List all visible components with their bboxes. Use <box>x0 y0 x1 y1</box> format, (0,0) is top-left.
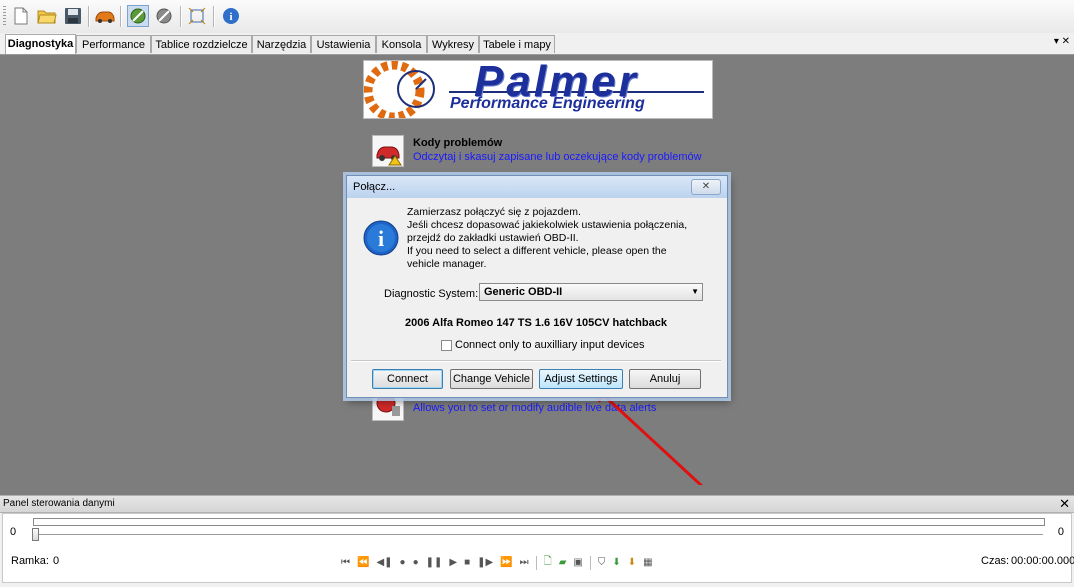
import-icon[interactable]: ⬇ <box>612 557 620 568</box>
slider-min-value: 0 <box>10 526 17 538</box>
vehicle-icon[interactable] <box>94 5 116 27</box>
new-file-icon[interactable] <box>10 5 32 27</box>
svg-text:i: i <box>229 11 232 23</box>
step-back-icon[interactable]: ◀❚ <box>376 557 392 568</box>
step-back-fast-icon[interactable]: ⏪ <box>357 557 369 568</box>
dialog-title-bar[interactable]: Połącz... ✕ <box>347 176 727 198</box>
diagnostic-system-select[interactable]: Generic OBD-II ▼ <box>479 283 703 301</box>
trouble-codes-icon[interactable] <box>372 135 404 167</box>
new-log-icon[interactable]: 🗋 <box>544 554 552 571</box>
dialog-title: Połącz... <box>353 181 396 193</box>
panel-close-button[interactable]: ✕ <box>1059 496 1070 512</box>
panel-body: 0 0 Ramka: 0 Czas: 00:00:00.000 ⏮ ⏪ ◀❚ ●… <box>2 513 1074 583</box>
palmer-logo: Palmer Performance Engineering <box>363 60 713 119</box>
main-toolbar: i <box>0 0 1074 34</box>
pause-icon[interactable]: ❚❚ <box>426 557 443 568</box>
fast-forward-icon[interactable]: ⏩ <box>500 557 512 568</box>
vehicle-name: 2006 Alfa Romeo 147 TS 1.6 16V 105CV hat… <box>405 317 667 329</box>
panel-header: Panel sterowania danymi ✕ <box>0 495 1074 513</box>
save-icon[interactable] <box>62 5 84 27</box>
connect-dialog: Połącz... ✕ i Zamierzasz połączyć się z … <box>346 175 728 398</box>
disconnect-icon[interactable] <box>153 5 175 27</box>
feature-link-trouble-codes[interactable]: Odczytaj i skasuj zapisane lub oczekując… <box>413 151 702 163</box>
message-polish: Zamierzasz połączyć się z pojazdem. Jeśl… <box>407 206 688 244</box>
connect-button[interactable]: Connect <box>372 369 443 389</box>
connect-icon[interactable] <box>127 5 149 27</box>
cancel-button[interactable]: Anuluj <box>629 369 701 389</box>
toolbar-grip[interactable] <box>3 6 6 26</box>
frame-value: 0 <box>53 555 60 567</box>
aux-only-label[interactable]: Connect only to auxilliary input devices <box>455 339 645 351</box>
time-value: 00:00:00.000 <box>1011 555 1074 567</box>
export-icon[interactable]: ⬇ <box>628 557 636 568</box>
panel-title: Panel sterowania danymi <box>3 498 115 509</box>
dialog-close-button[interactable]: ✕ <box>691 179 721 195</box>
feature-title-trouble-codes: Kody problemów <box>413 137 503 149</box>
info-icon: i <box>363 220 399 259</box>
stop-icon[interactable]: ■ <box>464 557 470 568</box>
message-english: If you need to select a different vehicl… <box>407 245 667 270</box>
chevron-down-icon: ▼ <box>691 287 699 296</box>
open-log-icon[interactable]: ▰ <box>559 557 567 568</box>
tab-narzedzia[interactable]: Narzędzia <box>252 35 311 53</box>
dialog-body: i Zamierzasz połączyć się z pojazdem. Je… <box>351 198 721 392</box>
tab-konsola[interactable]: Konsola <box>376 35 427 53</box>
dialog-divider <box>351 360 721 362</box>
position-slider-thumb[interactable] <box>32 528 39 541</box>
tab-diagnostyka[interactable]: Diagnostyka <box>5 34 76 54</box>
position-slider-rail[interactable] <box>33 534 1043 535</box>
fit-window-icon[interactable] <box>186 5 208 27</box>
tab-tabele-i-mapy[interactable]: Tabele i mapy <box>479 35 555 53</box>
tab-ustawienia[interactable]: Ustawienia <box>311 35 376 53</box>
data-control-panel: Panel sterowania danymi ✕ 0 0 Ramka: 0 C… <box>0 495 1074 587</box>
record-small-icon[interactable]: ● <box>400 557 406 568</box>
filter-icon[interactable]: ⛉ <box>598 557 606 568</box>
tab-wykresy[interactable]: Wykresy <box>427 35 479 53</box>
playback-track[interactable] <box>33 518 1045 526</box>
diagnostic-system-label: Diagnostic System: <box>384 288 479 300</box>
save-log-icon[interactable]: ▣ <box>573 557 582 568</box>
tab-strip: Diagnostyka Performance Tablice rozdziel… <box>0 33 1074 55</box>
time-label: Czas: <box>981 555 1010 567</box>
diagnostic-system-value: Generic OBD-II <box>484 286 563 298</box>
play-icon[interactable]: ▶ <box>449 557 457 568</box>
skip-start-icon[interactable]: ⏮ <box>341 557 350 568</box>
open-folder-icon[interactable] <box>36 5 58 27</box>
settings-grid-icon[interactable]: ▦ <box>643 557 652 568</box>
frame-label: Ramka: <box>11 555 49 567</box>
playback-controls: ⏮ ⏪ ◀❚ ● ● ❚❚ ▶ ■ ❚▶ ⏩ ⏭ 🗋 ▰ ▣ ⛉ ⬇ ⬇ ▦ <box>341 554 653 571</box>
slider-max-value: 0 <box>1057 526 1064 538</box>
info-icon[interactable]: i <box>220 5 242 27</box>
change-vehicle-button[interactable]: Change Vehicle <box>450 369 533 389</box>
tab-performance[interactable]: Performance <box>76 35 151 53</box>
tab-menu-controls[interactable]: ▾ ✕ <box>1054 36 1070 47</box>
svg-text:i: i <box>378 226 384 251</box>
aux-only-checkbox[interactable] <box>441 340 452 351</box>
record-icon[interactable]: ● <box>413 557 419 568</box>
skip-end-icon[interactable]: ⏭ <box>520 557 529 568</box>
adjust-settings-button[interactable]: Adjust Settings <box>539 369 623 389</box>
logo-tagline: Performance Engineering <box>450 95 645 112</box>
step-forward-icon[interactable]: ❚▶ <box>477 557 493 568</box>
tab-tablice-rozdzielcze[interactable]: Tablice rozdzielcze <box>151 35 252 53</box>
